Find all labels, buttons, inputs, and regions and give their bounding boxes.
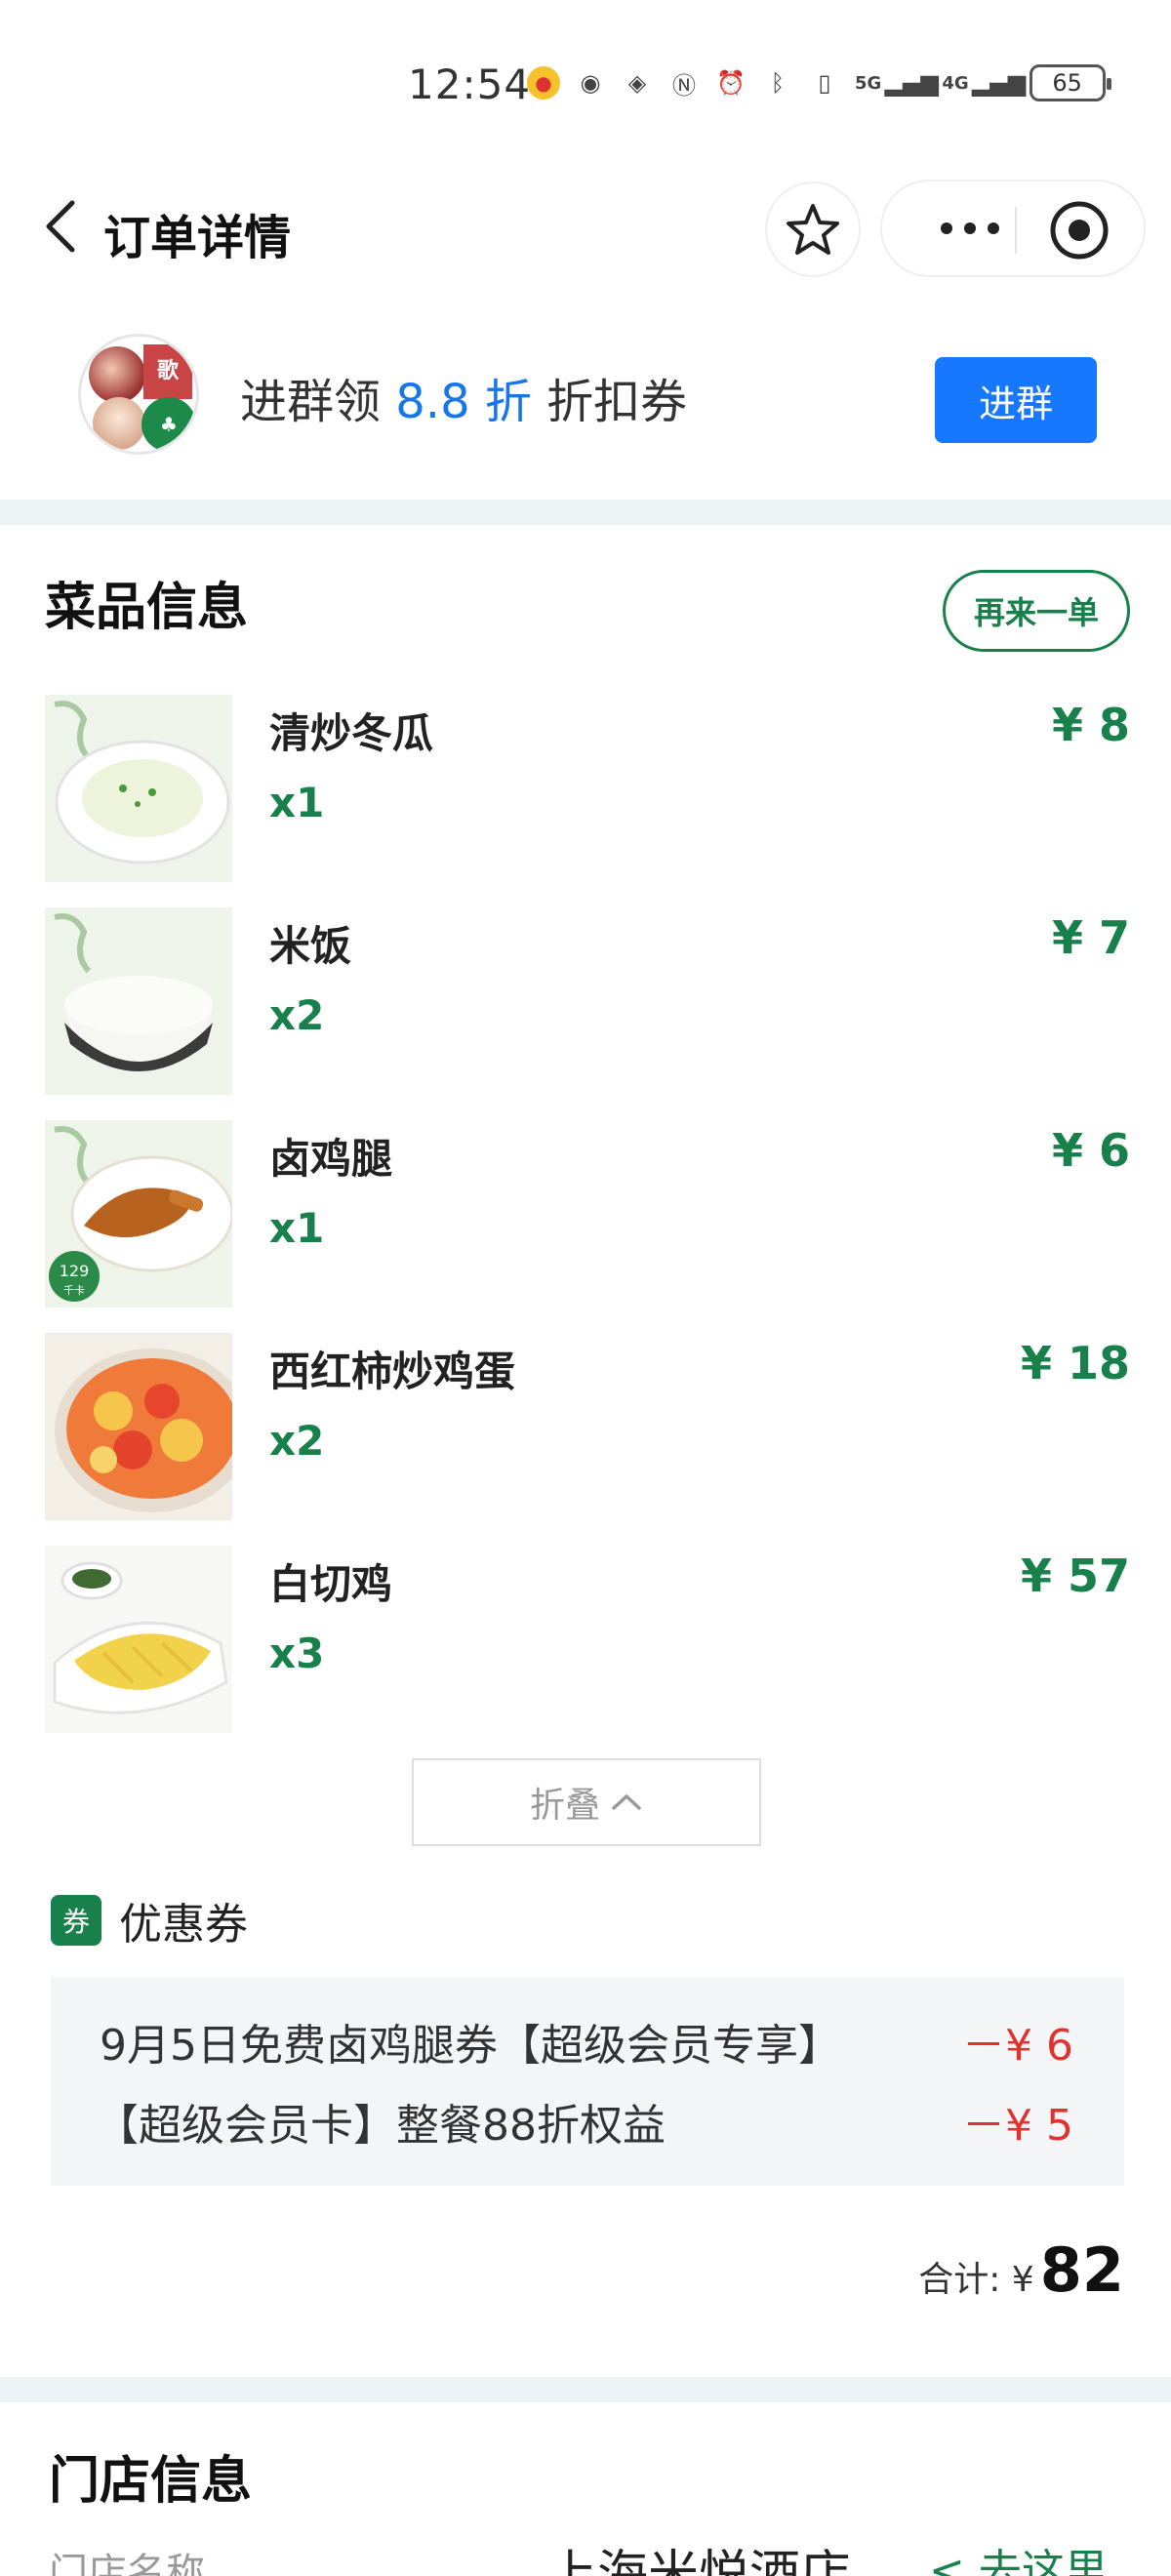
close-miniprogram-icon[interactable] bbox=[1048, 199, 1110, 262]
dish-item: 129 千卡 卤鸡腿 x1 ¥ 6 bbox=[0, 1120, 1171, 1315]
nfc-icon: Ⓝ bbox=[672, 71, 696, 100]
coupon-name: 【超级会员卡】整餐88折权益 bbox=[96, 2101, 666, 2151]
dish-name: 西红柿炒鸡蛋 bbox=[269, 1348, 516, 1395]
group-avatar: 歌 ♣ bbox=[78, 334, 199, 455]
back-button[interactable] bbox=[37, 197, 86, 256]
section-divider bbox=[0, 500, 1171, 525]
more-dots-icon bbox=[941, 222, 952, 234]
dish-item: 清炒冬瓜 x1 ¥ 8 bbox=[0, 695, 1171, 890]
dish-quantity: x1 bbox=[269, 1204, 325, 1252]
miniprogram-capsule bbox=[880, 180, 1146, 277]
battery-indicator: 65 bbox=[1029, 64, 1111, 101]
signal-bars-icon: ▂▄▆ bbox=[884, 69, 939, 97]
weibo-icon: ● bbox=[527, 66, 560, 100]
store-section-title: 门店信息 bbox=[49, 2452, 253, 2511]
dish-image bbox=[45, 695, 232, 882]
banner-text: 进群领 8.8 折 折扣券 bbox=[240, 363, 687, 431]
dish-price: ¥ 7 bbox=[1051, 911, 1130, 964]
order-total: 合计: ¥ 82 bbox=[918, 2234, 1124, 2306]
dish-name: 白切鸡 bbox=[269, 1560, 393, 1608]
dish-price: ¥ 18 bbox=[1020, 1337, 1130, 1389]
status-time: 12:54 bbox=[408, 60, 532, 108]
coupon-row: 9月5日免费卤鸡腿券【超级会员专享】 －¥ 6 bbox=[51, 2010, 1124, 2071]
more-dot bbox=[964, 222, 976, 234]
nav-bar: 订单详情 bbox=[0, 166, 1171, 288]
join-group-button[interactable]: 进群 bbox=[935, 357, 1097, 443]
signal-4g-label: 4G bbox=[942, 72, 969, 94]
vibrate-icon: ▯ bbox=[818, 69, 831, 97]
signal-5g-label: 5G bbox=[855, 72, 882, 94]
mobile-network-icon: ◈ bbox=[627, 69, 647, 97]
status-bar: 12:54 ● ◉ ◈ Ⓝ ⏰ ᛒ ▯ 5G ▂▄▆ 4G ▂▄▆ 65 bbox=[0, 0, 1171, 166]
store-name-row: 门店名称 上海米悦酒店 < 去这里 bbox=[0, 2541, 1171, 2576]
fold-button[interactable]: 折叠 bbox=[412, 1758, 761, 1846]
banner-discount: 8.8 折 bbox=[395, 375, 532, 429]
dish-name: 米饭 bbox=[269, 922, 352, 970]
chevron-left-icon bbox=[46, 200, 75, 253]
group-coupon-banner: 歌 ♣ 进群领 8.8 折 折扣券 进群 bbox=[0, 322, 1171, 478]
coupon-section-title: 优惠券 bbox=[119, 1900, 248, 1950]
dish-item: 西红柿炒鸡蛋 x2 ¥ 18 bbox=[0, 1333, 1171, 1528]
coupon-list: 9月5日免费卤鸡腿券【超级会员专享】 －¥ 6 【超级会员卡】整餐88折权益 －… bbox=[51, 1977, 1124, 2186]
status-icons: ● ◉ ◈ Ⓝ ⏰ ᛒ ▯ 5G ▂▄▆ 4G ▂▄▆ 65 bbox=[527, 64, 1111, 101]
more-dot bbox=[988, 222, 999, 234]
total-value: 82 bbox=[1039, 2234, 1124, 2306]
coupon-header: 券 优惠券 bbox=[51, 1889, 248, 1952]
coupon-icon: 券 bbox=[51, 1895, 101, 1946]
dish-image bbox=[45, 1333, 232, 1520]
avatar-logo: 歌 bbox=[143, 344, 192, 399]
coupon-amount: －¥ 5 bbox=[962, 2101, 1073, 2151]
dish-quantity: x2 bbox=[269, 991, 325, 1039]
dish-name: 卤鸡腿 bbox=[269, 1135, 393, 1183]
banner-text-prefix: 进群领 bbox=[240, 375, 396, 429]
dish-quantity: x3 bbox=[269, 1630, 325, 1677]
calorie-badge-value: 129 bbox=[60, 1262, 90, 1280]
store-name-value: 上海米悦酒店 bbox=[546, 2546, 852, 2576]
dish-item: 米饭 x2 ¥ 7 bbox=[0, 907, 1171, 1103]
favorite-button[interactable] bbox=[765, 181, 861, 277]
dishes-section-title: 菜品信息 bbox=[45, 579, 249, 637]
dish-price: ¥ 6 bbox=[1051, 1124, 1130, 1177]
star-icon bbox=[787, 204, 839, 255]
chevron-up-icon bbox=[612, 1794, 641, 1810]
banner-text-suffix: 折扣券 bbox=[531, 375, 688, 429]
app-notification-icon: ◉ bbox=[580, 69, 601, 97]
more-button[interactable] bbox=[921, 207, 1019, 250]
dish-item: 白切鸡 x3 ¥ 57 bbox=[0, 1546, 1171, 1741]
section-divider-2 bbox=[0, 2377, 1171, 2402]
avatar-photo bbox=[89, 346, 145, 403]
avatar-brand-logo: ♣ bbox=[141, 397, 196, 452]
dish-image bbox=[45, 1546, 232, 1733]
store-name-label: 门店名称 bbox=[49, 2551, 205, 2576]
total-label: 合计: ¥ bbox=[918, 2260, 1034, 2300]
coupon-row: 【超级会员卡】整餐88折权益 －¥ 5 bbox=[51, 2090, 1124, 2151]
coupon-amount: －¥ 6 bbox=[962, 2021, 1073, 2071]
dish-quantity: x1 bbox=[269, 779, 325, 826]
dish-price: ¥ 57 bbox=[1020, 1550, 1130, 1602]
calorie-badge-unit: 千卡 bbox=[63, 1284, 85, 1297]
capsule-divider bbox=[1015, 207, 1017, 254]
reorder-button[interactable]: 再来一单 bbox=[943, 570, 1130, 652]
dish-price: ¥ 8 bbox=[1051, 699, 1130, 751]
alarm-icon: ⏰ bbox=[716, 69, 746, 97]
coupon-name: 9月5日免费卤鸡腿券【超级会员专享】 bbox=[100, 2021, 841, 2071]
dish-image bbox=[45, 907, 232, 1095]
avatar-photo-2 bbox=[93, 397, 145, 450]
dish-name: 清炒冬瓜 bbox=[269, 709, 434, 757]
dish-quantity: x2 bbox=[269, 1417, 325, 1465]
signal-bars-icon-2: ▂▄▆ bbox=[971, 69, 1027, 97]
bluetooth-icon: ᛒ bbox=[770, 69, 786, 97]
page-title: 订单详情 bbox=[103, 211, 292, 265]
fold-label: 折叠 bbox=[529, 1786, 600, 1826]
dish-image: 129 千卡 bbox=[45, 1120, 232, 1308]
navigate-to-store-link[interactable]: < 去这里 bbox=[929, 2535, 1108, 2576]
